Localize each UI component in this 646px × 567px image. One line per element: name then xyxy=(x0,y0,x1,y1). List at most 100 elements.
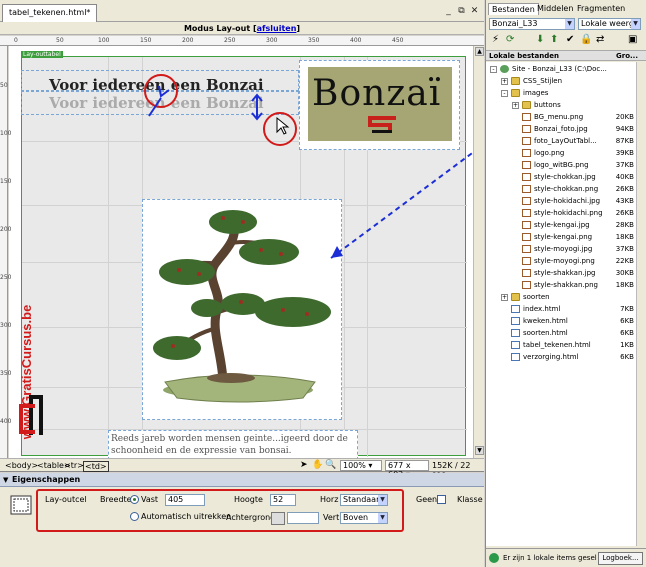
status-bar: <body> <table> <tr> <td> ➤ ✋ 🔍 100% ▾ 67… xyxy=(0,458,484,479)
collapse-tree-icon[interactable]: - xyxy=(490,66,497,73)
file-row-folder[interactable]: + buttons xyxy=(486,99,636,111)
site-select[interactable]: Bonzai_L33 ▼ xyxy=(489,18,575,30)
checkout-icon[interactable]: ✔ xyxy=(566,34,574,46)
file-row-img[interactable]: style-chokkan.png 26KB xyxy=(486,183,636,195)
file-row-img[interactable]: style-moyogi.png 22KB xyxy=(486,255,636,267)
properties-header[interactable]: ▼ Eigenschappen xyxy=(0,473,484,487)
minimize-icon[interactable]: _ xyxy=(443,6,454,16)
layout-cell-icon xyxy=(10,495,32,515)
scroll-up-icon[interactable]: ▲ xyxy=(475,47,484,56)
file-row-html[interactable]: tabel_tekenen.html 1KB xyxy=(486,339,636,351)
file-row-img[interactable]: logo.png 39KB xyxy=(486,147,636,159)
status-globe-icon xyxy=(489,553,499,563)
file-row-img[interactable]: style-shakkan.jpg 30KB xyxy=(486,267,636,279)
file-row-img[interactable]: logo_witBG.png 37KB xyxy=(486,159,636,171)
resize-arrow-icon xyxy=(251,93,263,121)
design-scrollbar[interactable]: ▲ ▼ xyxy=(473,46,484,458)
file-tree: - Site - Bonzai_L33 (C:\Doc... + CSS_Stijle… xyxy=(486,62,636,546)
file-size: 37KB xyxy=(615,245,634,253)
expand-icon[interactable]: + xyxy=(512,102,519,109)
expand-panel-icon[interactable]: ▣ xyxy=(628,34,637,46)
file-size: 26KB xyxy=(615,209,634,217)
file-size: 6KB xyxy=(620,353,634,361)
collapse-tree-icon[interactable]: - xyxy=(501,90,508,97)
get-icon[interactable]: ⬇ xyxy=(536,34,544,46)
html-file-icon xyxy=(511,353,520,361)
put-icon[interactable]: ⬆ xyxy=(550,34,558,46)
image-file-icon xyxy=(522,245,531,253)
ruler-h-labels: 0 50 100 150 200 250 300 350 400 450 xyxy=(14,37,404,44)
image-file-icon xyxy=(522,173,531,181)
file-name: style-shakkan.jpg xyxy=(534,269,596,277)
file-row-html[interactable]: index.html 7KB xyxy=(486,303,636,315)
file-row-img[interactable]: style-hokidachi.png 26KB xyxy=(486,207,636,219)
file-row-html[interactable]: kweken.html 6KB xyxy=(486,315,636,327)
zoom-select[interactable]: 100% ▾ xyxy=(340,460,382,471)
col-local-files[interactable]: Lokale bestanden xyxy=(489,51,559,61)
tab-files[interactable]: Bestanden xyxy=(488,3,539,15)
select-tool-icon[interactable]: ➤ xyxy=(300,460,308,470)
tag-tr[interactable]: <tr> xyxy=(63,461,85,470)
file-size: 18KB xyxy=(615,233,634,241)
file-size: 22KB xyxy=(615,257,634,265)
file-name: foto_LayOutTabl... xyxy=(534,137,597,145)
file-row-img[interactable]: style-chokkan.jpg 40KB xyxy=(486,171,636,183)
zoom-tool-icon[interactable]: 🔍 xyxy=(325,460,336,470)
file-row-site[interactable]: - Site - Bonzai_L33 (C:\Doc... xyxy=(486,63,636,75)
col-size[interactable]: Gro... xyxy=(616,51,638,61)
folder-icon xyxy=(522,101,531,109)
design-view: Lay-outtabel Voor iedereen een Bonzai Vo… xyxy=(9,46,473,458)
file-row-img[interactable]: style-moyogi.jpg 37KB xyxy=(486,243,636,255)
sync-icon[interactable]: ⇄ xyxy=(596,34,604,46)
restore-icon[interactable]: ⧉ xyxy=(456,6,467,16)
tag-td[interactable]: <td> xyxy=(83,461,109,472)
checkin-icon[interactable]: 🔒 xyxy=(580,34,592,46)
file-row-img[interactable]: BG_menu.png 20KB xyxy=(486,111,636,123)
file-row-folder[interactable]: + soorten xyxy=(486,291,636,303)
file-name: style-hokidachi.png xyxy=(534,209,603,217)
view-select[interactable]: Lokale weerg ▼ xyxy=(578,18,641,30)
file-name: logo_witBG.png xyxy=(534,161,589,169)
file-name: CSS_Stijlen xyxy=(523,77,563,85)
file-name: style-chokkan.png xyxy=(534,185,599,193)
exit-layout-link[interactable]: afsluiten xyxy=(257,24,297,33)
file-size: 18KB xyxy=(615,281,634,289)
connect-icon[interactable]: ⚡ xyxy=(492,34,499,46)
properties-title: Eigenschappen xyxy=(12,475,81,484)
file-name: verzorging.html xyxy=(523,353,579,361)
image-file-icon xyxy=(522,185,531,193)
expand-icon[interactable]: + xyxy=(501,294,508,301)
file-row-html[interactable]: soorten.html 6KB xyxy=(486,327,636,339)
tab-snippets[interactable]: Fragmenten xyxy=(574,3,628,15)
nowrap-checkbox[interactable] xyxy=(437,495,446,504)
scroll-down-icon[interactable]: ▼ xyxy=(475,446,484,455)
file-row-folder[interactable]: - images xyxy=(486,87,636,99)
file-tree-scrollbar[interactable] xyxy=(636,62,646,546)
files-status-bar: Er zijn 1 lokale items gesel Logboek... xyxy=(486,548,646,567)
hand-tool-icon[interactable]: ✋ xyxy=(312,460,323,470)
tab-assets[interactable]: Middelen xyxy=(534,3,576,15)
mode-bracket-close: ] xyxy=(296,24,301,33)
collapse-icon[interactable]: ▼ xyxy=(3,473,8,487)
file-row-img[interactable]: style-kengai.png 18KB xyxy=(486,231,636,243)
file-row-folder[interactable]: + CSS_Stijlen xyxy=(486,75,636,87)
tag-body[interactable]: <body> xyxy=(4,461,39,470)
file-row-img[interactable]: style-shakkan.png 18KB xyxy=(486,279,636,291)
file-name: style-hokidachi.jpg xyxy=(534,197,601,205)
view-dropdown-icon: ▼ xyxy=(631,19,640,29)
file-name: index.html xyxy=(523,305,561,313)
file-name: images xyxy=(523,89,549,97)
file-row-html[interactable]: verzorging.html 6KB xyxy=(486,351,636,363)
file-row-img[interactable]: foto_LayOutTabl... 87KB xyxy=(486,135,636,147)
image-file-icon xyxy=(522,233,531,241)
close-icon[interactable]: ✕ xyxy=(469,6,480,16)
file-row-img[interactable]: style-hokidachi.jpg 43KB xyxy=(486,195,636,207)
image-file-icon xyxy=(522,125,531,133)
window-size-select[interactable]: 677 x 602 ▾ xyxy=(385,460,429,479)
log-button[interactable]: Logboek... xyxy=(598,552,643,565)
expand-icon[interactable]: + xyxy=(501,78,508,85)
file-row-img[interactable]: Bonzai_foto.jpg 94KB xyxy=(486,123,636,135)
refresh-icon[interactable]: ⟳ xyxy=(506,34,514,46)
file-row-img[interactable]: style-kengai.jpg 28KB xyxy=(486,219,636,231)
document-tab[interactable]: tabel_tekenen.html* xyxy=(2,4,98,22)
